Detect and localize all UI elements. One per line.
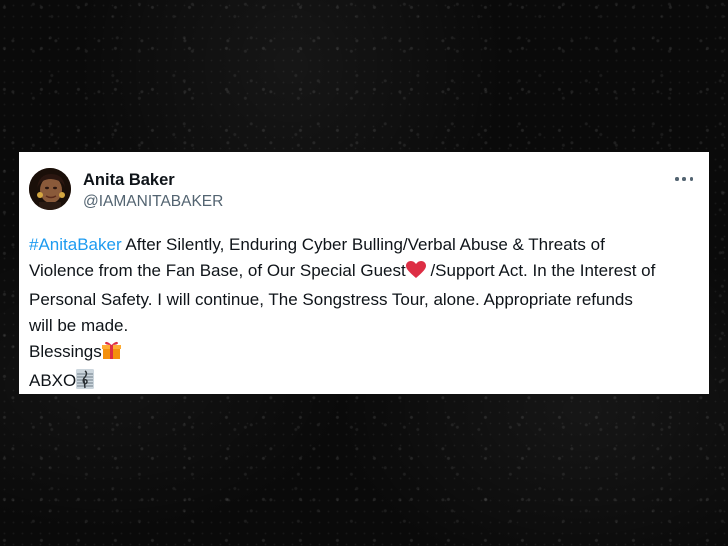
display-name[interactable]: Anita Baker (83, 170, 175, 190)
gift-icon (101, 340, 121, 368)
tweet-line: Personal Safety. I will continue, The So… (29, 287, 699, 313)
blessings-text: Blessings (29, 342, 102, 361)
tweet-line: ABXO (29, 368, 699, 397)
hashtag-link[interactable]: #AnitaBaker (29, 235, 122, 254)
tweet-text-segment: Violence from the Fan Base, of Our Speci… (29, 261, 406, 280)
musical-score-icon (76, 369, 95, 397)
red-heart-icon (405, 261, 426, 287)
user-handle[interactable]: @IAMANITABAKER (83, 192, 223, 212)
signoff-text: ABXO (29, 371, 77, 390)
tweet-line: Blessings (29, 339, 699, 368)
tweet-text-segment: will be made. (29, 316, 129, 335)
tweet-text-segment: Personal Safety. I will continue, The So… (29, 290, 633, 309)
tweet-line: #AnitaBaker After Silently, Enduring Cyb… (29, 232, 699, 258)
tweet-line: will be made. (29, 313, 699, 339)
tweet-text-segment: After Silently, Enduring Cyber Bulling/V… (121, 235, 605, 254)
tweet-text-segment: /Support Act. In the Interest of (425, 261, 656, 280)
avatar[interactable] (29, 168, 71, 210)
more-horizontal-icon[interactable] (675, 170, 693, 188)
tweet-card[interactable]: Anita Baker @IAMANITABAKER #AnitaBaker A… (19, 152, 709, 394)
tweet-line: Violence from the Fan Base, of Our Speci… (29, 258, 699, 287)
tweet-body: #AnitaBaker After Silently, Enduring Cyb… (29, 232, 699, 397)
